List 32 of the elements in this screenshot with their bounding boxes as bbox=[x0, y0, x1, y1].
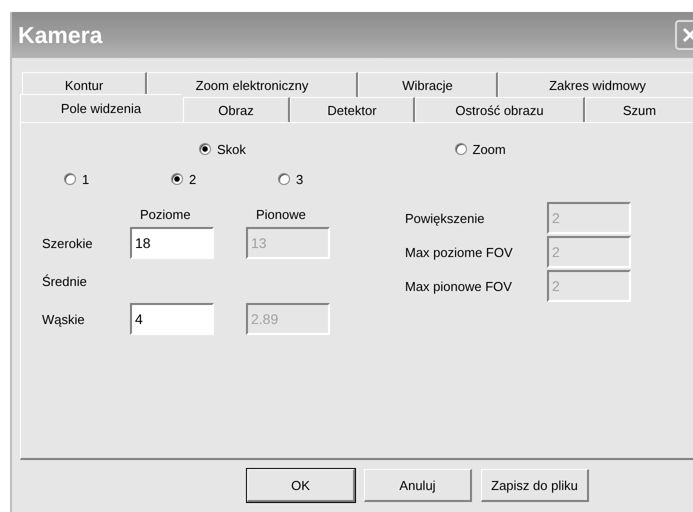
radio-button[interactable] bbox=[64, 173, 76, 185]
tab[interactable]: Ostrość obrazu bbox=[415, 97, 585, 122]
radio-label[interactable]: 1 bbox=[82, 172, 90, 186]
radio-button[interactable] bbox=[278, 173, 290, 185]
radio-button[interactable] bbox=[171, 173, 183, 185]
column-header: Poziome bbox=[139, 206, 192, 222]
field-label: Powiększenie bbox=[405, 210, 486, 226]
column-header: Pionowe bbox=[255, 206, 307, 222]
radio-button[interactable] bbox=[454, 143, 466, 155]
radio-label[interactable]: Zoom bbox=[472, 142, 506, 156]
radio-label[interactable]: 2 bbox=[189, 172, 196, 186]
input-field[interactable]: 18 bbox=[130, 227, 214, 259]
tab[interactable]: Pole widzenia bbox=[20, 94, 183, 122]
tab[interactable]: Detektor bbox=[290, 97, 415, 122]
window-title: Kamera bbox=[18, 22, 102, 48]
dialog-button[interactable]: Anuluj bbox=[364, 469, 472, 502]
field-label: Max pionowe FOV bbox=[405, 278, 513, 294]
dialog-button[interactable]: OK bbox=[247, 469, 355, 502]
input-field[interactable]: 4 bbox=[130, 303, 214, 335]
field-label: Max poziome FOV bbox=[405, 244, 514, 260]
row-label: Średnie bbox=[42, 274, 88, 288]
radio-label[interactable]: Skok bbox=[217, 142, 246, 156]
radio-label[interactable]: 3 bbox=[296, 172, 304, 186]
tab[interactable]: Szum bbox=[585, 97, 693, 122]
tab[interactable]: Zakres widmowy bbox=[498, 72, 693, 97]
row-label: Szerokie bbox=[42, 236, 94, 250]
tab[interactable]: Obraz bbox=[183, 97, 290, 122]
tab[interactable]: Zoom elektroniczny bbox=[147, 72, 358, 97]
row-label: Wąskie bbox=[42, 312, 86, 326]
dialog-button[interactable]: Zapisz do pliku bbox=[481, 469, 589, 502]
tab[interactable]: Wibracje bbox=[358, 72, 498, 97]
radio-button[interactable] bbox=[199, 143, 211, 155]
